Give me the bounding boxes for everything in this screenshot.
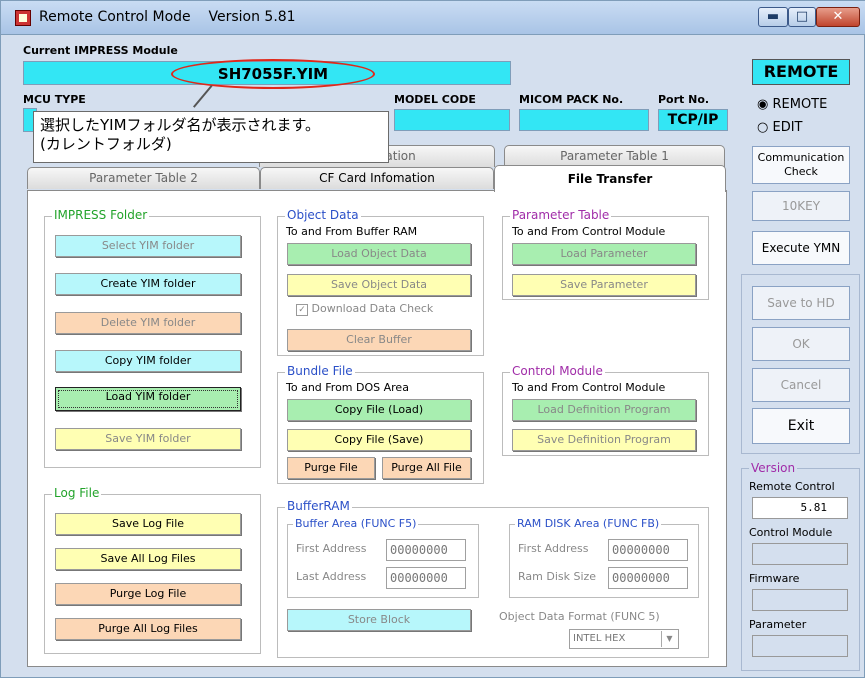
tenkey-button[interactable]: 10KEY: [752, 191, 850, 221]
close-button[interactable]: ✕: [816, 7, 860, 27]
save-definition-program-button[interactable]: Save Definition Program: [512, 429, 696, 451]
load-object-data-button[interactable]: Load Object Data: [287, 243, 471, 265]
tab-parameter-table-2[interactable]: Parameter Table 2: [27, 167, 260, 189]
port-no-field: TCP/IP: [658, 109, 728, 131]
download-data-check[interactable]: ✓ Download Data Check: [296, 302, 433, 316]
first-address-label: First Address: [296, 542, 367, 555]
last-address-input[interactable]: 00000000: [386, 567, 466, 589]
ram-disk-area-title: RAM DISK Area (FUNC FB): [515, 517, 662, 530]
tab-file-transfer[interactable]: File Transfer: [494, 165, 726, 192]
micom-pack-label: MICOM PACK No.: [519, 93, 624, 106]
load-parameter-button[interactable]: Load Parameter: [512, 243, 696, 265]
create-yim-folder-button[interactable]: Create YIM folder: [55, 273, 241, 295]
ram-disk-size-input[interactable]: 00000000: [608, 567, 688, 589]
ram-disk-size-label: Ram Disk Size: [518, 570, 597, 583]
copy-file-load-button[interactable]: Copy File (Load): [287, 399, 471, 421]
version-control-module-label: Control Module: [749, 526, 833, 539]
version-parameter-label: Parameter: [749, 618, 807, 631]
purge-log-file-button[interactable]: Purge Log File: [55, 583, 241, 605]
callout-pointer: [193, 85, 213, 108]
object-data-subtitle: To and From Buffer RAM: [286, 225, 418, 238]
store-block-button[interactable]: Store Block: [287, 609, 471, 631]
object-data-format-label: Object Data Format (FUNC 5): [499, 610, 660, 623]
load-yim-folder-button[interactable]: Load YIM folder: [55, 387, 241, 411]
object-data-title: Object Data: [285, 208, 361, 222]
exit-button[interactable]: Exit: [752, 408, 850, 444]
save-parameter-button[interactable]: Save Parameter: [512, 274, 696, 296]
delete-yim-folder-button[interactable]: Delete YIM folder: [55, 312, 241, 334]
copy-yim-folder-button[interactable]: Copy YIM folder: [55, 350, 241, 372]
version-remote-label: Remote Control: [749, 480, 835, 493]
purge-all-log-files-button[interactable]: Purge All Log Files: [55, 618, 241, 640]
minimize-button[interactable]: ▬: [758, 7, 788, 27]
checkbox-icon: ✓: [296, 304, 308, 316]
load-definition-program-button[interactable]: Load Definition Program: [512, 399, 696, 421]
save-object-data-button[interactable]: Save Object Data: [287, 274, 471, 296]
buffer-area-title: Buffer Area (FUNC F5): [293, 517, 419, 530]
callout-line-1: 選択したYIMフォルダ名が表示されます。: [40, 116, 321, 134]
version-parameter-value: [752, 635, 848, 657]
copy-file-save-button[interactable]: Copy File (Save): [287, 429, 471, 451]
radio-selected-icon: ◉: [757, 97, 769, 112]
log-file-title: Log File: [52, 486, 102, 500]
clear-buffer-button[interactable]: Clear Buffer: [287, 329, 471, 351]
version-title: Version: [749, 461, 798, 475]
ok-button[interactable]: OK: [752, 327, 850, 361]
save-to-hd-button[interactable]: Save to HD: [752, 286, 850, 320]
micom-pack-field: [519, 109, 649, 131]
tab-parameter-table-1[interactable]: Parameter Table 1: [504, 145, 725, 167]
app-icon: [15, 10, 31, 26]
maximize-button[interactable]: □: [788, 7, 816, 27]
object-data-format-select[interactable]: INTEL HEX ▼: [569, 629, 679, 649]
bundle-file-title: Bundle File: [285, 364, 355, 378]
version-control-module-value: [752, 543, 848, 565]
edit-radio[interactable]: ○ EDIT: [757, 120, 802, 135]
save-log-file-button[interactable]: Save Log File: [55, 513, 241, 535]
ram-first-address-input[interactable]: 00000000: [608, 539, 688, 561]
current-module-value: SH7055F.YIM: [171, 59, 375, 89]
chevron-down-icon: ▼: [661, 631, 677, 647]
model-code-field: [394, 109, 510, 131]
mode-indicator: REMOTE: [752, 59, 850, 85]
tab-cf-card-information[interactable]: CF Card Infomation: [260, 167, 494, 189]
callout-annotation: 選択したYIMフォルダ名が表示されます。 (カレントフォルダ): [33, 111, 389, 163]
remote-control-window: Remote Control Mode Version 5.81 ▬ □ ✕ C…: [0, 0, 865, 678]
purge-file-button[interactable]: Purge File: [287, 457, 375, 479]
last-address-label: Last Address: [296, 570, 367, 583]
communication-check-button[interactable]: Communication Check: [752, 146, 850, 184]
current-impress-label: Current IMPRESS Module: [23, 44, 178, 57]
parameter-table-title: Parameter Table: [510, 208, 612, 222]
version-firmware-value: [752, 589, 848, 611]
control-module-title: Control Module: [510, 364, 605, 378]
radio-unselected-icon: ○: [757, 120, 769, 135]
first-address-input[interactable]: 00000000: [386, 539, 466, 561]
purge-all-file-button[interactable]: Purge All File: [382, 457, 471, 479]
window-title: Remote Control Mode Version 5.81: [39, 9, 296, 25]
save-all-log-files-button[interactable]: Save All Log Files: [55, 548, 241, 570]
file-transfer-panel: IMPRESS Folder Select YIM folder Create …: [27, 190, 727, 667]
save-yim-folder-button[interactable]: Save YIM folder: [55, 428, 241, 450]
callout-line-2: (カレントフォルダ): [40, 135, 172, 153]
remote-radio[interactable]: ◉ REMOTE: [757, 97, 827, 112]
parameter-table-subtitle: To and From Control Module: [512, 225, 666, 238]
impress-folder-title: IMPRESS Folder: [52, 208, 150, 222]
cancel-button[interactable]: Cancel: [752, 368, 850, 402]
mcu-type-label: MCU TYPE: [23, 93, 86, 106]
ram-first-address-label: First Address: [518, 542, 589, 555]
control-module-subtitle: To and From Control Module: [512, 381, 666, 394]
version-firmware-label: Firmware: [749, 572, 800, 585]
model-code-label: MODEL CODE: [394, 93, 476, 106]
version-remote-value: 5.81: [752, 497, 848, 519]
title-bar: Remote Control Mode Version 5.81 ▬ □ ✕: [1, 1, 865, 35]
buffer-ram-title: BufferRAM: [285, 499, 352, 513]
bundle-file-subtitle: To and From DOS Area: [286, 381, 409, 394]
select-yim-folder-button[interactable]: Select YIM folder: [55, 235, 241, 257]
port-no-label: Port No.: [658, 93, 710, 106]
window-version: Version 5.81: [208, 9, 296, 25]
execute-ymn-button[interactable]: Execute YMN: [752, 231, 850, 265]
